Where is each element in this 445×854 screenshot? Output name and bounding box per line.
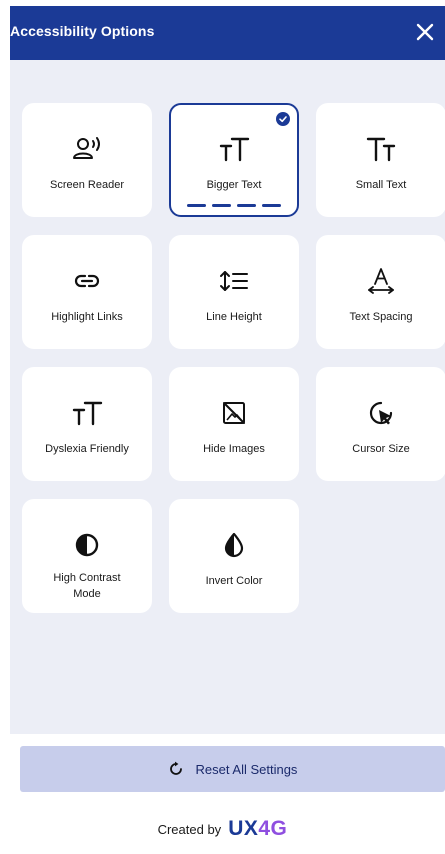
close-button[interactable] — [411, 18, 439, 46]
size-level-dash — [187, 204, 206, 207]
size-level-dash — [262, 204, 281, 207]
contrast-icon — [75, 533, 99, 557]
brand-logo[interactable]: UX 4G — [228, 817, 287, 841]
dyslexia-font-icon — [72, 401, 103, 426]
accessibility-panel: Accessibility Options Screen Reader Bigg… — [10, 6, 445, 734]
size-level-dash — [212, 204, 231, 207]
selected-check-icon — [276, 112, 290, 126]
small-text-icon — [366, 137, 396, 162]
reset-all-settings-button[interactable]: Reset All Settings — [20, 746, 445, 792]
brand-logo-part2: 4G — [258, 817, 288, 840]
reset-icon — [169, 761, 182, 775]
option-text-spacing[interactable]: Text Spacing — [316, 235, 445, 349]
option-line-height[interactable]: Line Height — [169, 235, 299, 349]
footer: Created by UX 4G — [0, 814, 445, 844]
option-invert-color[interactable]: Invert Color — [169, 499, 299, 613]
screen-reader-icon — [73, 137, 100, 159]
text-spacing-icon — [368, 268, 394, 294]
option-small-text[interactable]: Small Text — [316, 103, 445, 217]
reset-label: Reset All Settings — [195, 761, 298, 777]
panel-header: Accessibility Options — [10, 6, 445, 60]
option-label: Line Height — [206, 311, 262, 323]
panel-title: Accessibility Options — [10, 23, 155, 39]
option-high-contrast-mode[interactable]: High Contrast Mode — [22, 499, 152, 613]
size-level-dash — [237, 204, 256, 207]
option-label: Bigger Text — [206, 179, 262, 191]
option-label: Small Text — [355, 179, 407, 191]
option-label: Dyslexia Friendly — [45, 443, 129, 455]
option-label: High Contrast Mode — [53, 572, 121, 600]
option-cursor-size[interactable]: Cursor Size — [316, 367, 445, 481]
bigger-text-icon — [219, 137, 250, 162]
close-icon — [416, 23, 434, 41]
option-label: Screen Reader — [50, 179, 124, 191]
link-icon — [74, 274, 100, 288]
invert-color-icon — [224, 532, 244, 558]
option-bigger-text[interactable]: Bigger Text — [169, 103, 299, 217]
option-label: Highlight Links — [51, 311, 123, 323]
option-hide-images[interactable]: Hide Images — [169, 367, 299, 481]
option-highlight-links[interactable]: Highlight Links — [22, 235, 152, 349]
option-label: Text Spacing — [349, 311, 413, 323]
created-by-text: Created by — [157, 821, 222, 837]
option-label: Invert Color — [205, 575, 263, 587]
line-height-icon — [220, 271, 248, 291]
option-label: Hide Images — [203, 443, 265, 455]
cursor-icon — [369, 401, 393, 425]
brand-logo-part1: UX — [228, 817, 259, 840]
size-level-indicator — [171, 204, 297, 207]
hide-images-icon — [223, 402, 245, 424]
option-screen-reader[interactable]: Screen Reader — [22, 103, 152, 217]
option-label: Cursor Size — [352, 443, 410, 455]
option-dyslexia-friendly[interactable]: Dyslexia Friendly — [22, 367, 152, 481]
